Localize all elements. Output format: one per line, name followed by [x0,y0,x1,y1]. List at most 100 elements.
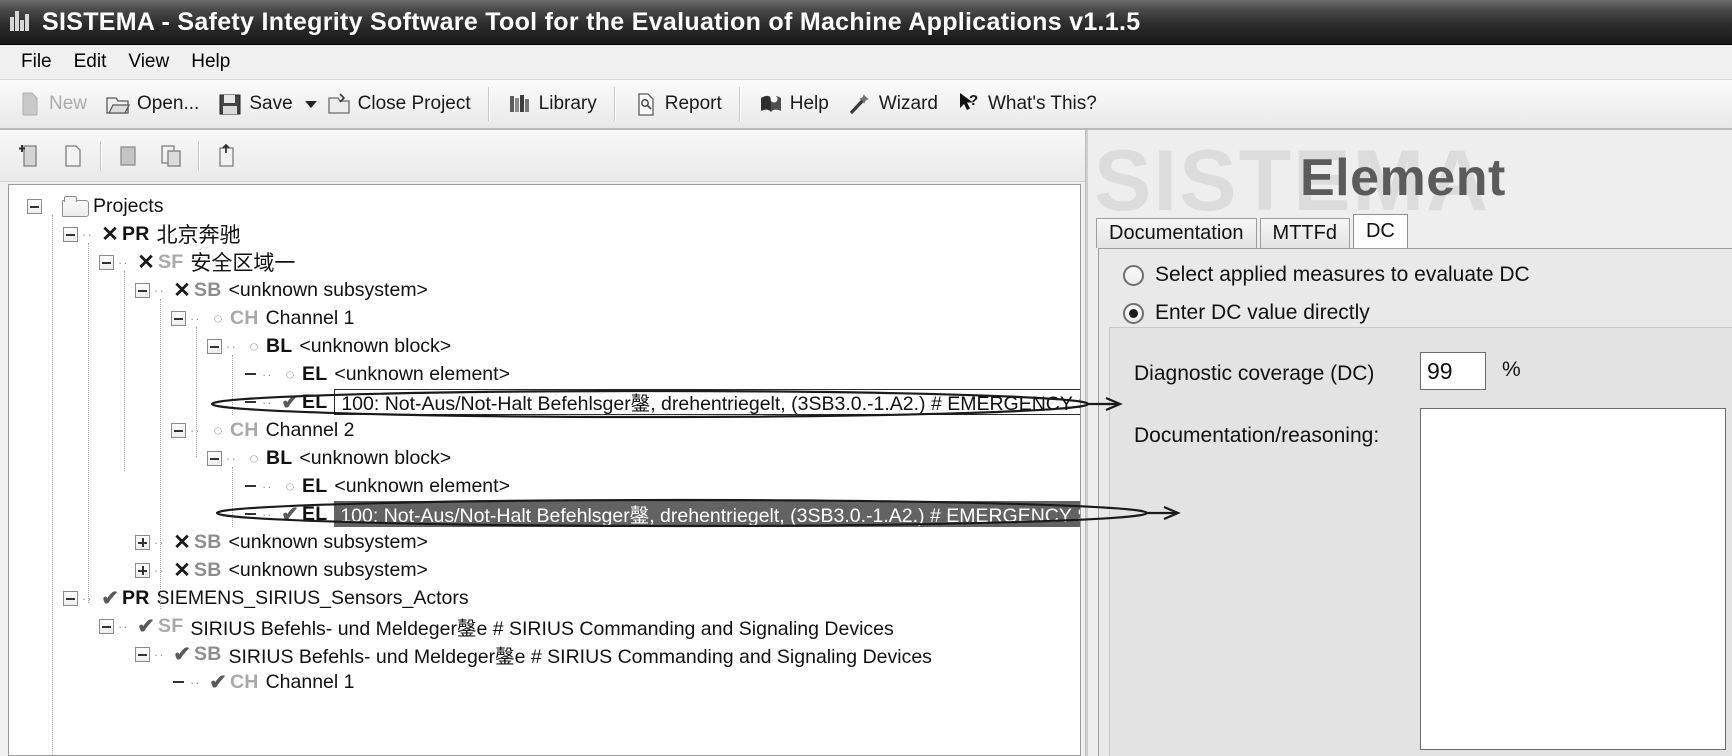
tree-row-content[interactable]: ✕ SB <unknown subsystem> [170,279,428,302]
close-project-button[interactable]: Close Project [317,84,480,124]
tree-row-content[interactable]: Projects [93,195,163,218]
save-button[interactable]: Save [208,84,301,124]
main-split-container: Projects ·· ✕ PR 北京奔驰 ·· ✕ SF 安全区域一 ·· ✕ SB <unknown… [0,130,1732,756]
save-dropdown-caret-icon[interactable] [304,100,317,108]
tree-row[interactable]: ·· ○ CH Channel 2 [9,416,1080,444]
tree-row-content[interactable]: ✔ PR SIEMENS_SIRIUS_Sensors_Actors [98,586,469,610]
new-button[interactable]: New [8,84,96,124]
expander-collapse-icon[interactable] [171,422,186,438]
expander-collapse-icon[interactable] [63,226,78,242]
tree-node-label: SIEMENS_SIRIUS_Sensors_Actors [156,586,469,609]
copy-node-icon [161,144,181,167]
tree-row[interactable]: ·· ○ BL <unknown block> [9,332,1080,360]
tree-row-content[interactable]: ✔ SB SIRIUS Befehls- und Meldeger鏧e # SIRI… [170,640,932,669]
tree-row[interactable]: Projects [9,192,1080,220]
expander-expand-icon[interactable] [135,534,150,550]
tree-row-content[interactable]: ✕ SB <unknown subsystem> [170,559,428,582]
expander-collapse-icon[interactable] [63,590,78,606]
tree-toolbar [0,130,1085,182]
status-empty-circle-icon: ○ [284,476,296,496]
menu-item-file[interactable]: File [10,49,63,75]
library-button[interactable]: Library [498,84,606,124]
tree-row-content[interactable]: ○ BL <unknown block> [242,447,451,470]
help-button[interactable]: Help [749,84,838,124]
tree-node-label: 安全区域一 [190,252,296,275]
menu-item-help[interactable]: Help [180,49,241,75]
paste-node-button[interactable] [206,136,248,176]
cut-node-button[interactable] [108,136,150,176]
expander-collapse-icon[interactable] [99,618,114,634]
expander-collapse-icon[interactable] [135,282,150,298]
wizard-button[interactable]: Wizard [838,84,947,124]
tree-row[interactable]: ·· ○ EL <unknown element> [9,360,1080,388]
tree-connector-dots: ·· [262,478,273,494]
tree-row[interactable]: ·· ✕ PR 北京奔驰 [9,220,1080,248]
tab-documentation[interactable]: Documentation [1096,218,1257,248]
expander-spacer [243,367,258,382]
library-button-label: Library [538,93,597,114]
dc-value-input[interactable]: 99 [1420,352,1486,390]
radio-enter-dc-directly[interactable]: Enter DC value directly [1123,301,1732,325]
expander-collapse-icon[interactable] [135,646,150,662]
main-toolbar: New Open... Save Close Project Library R… [0,80,1732,130]
whats-this-button[interactable]: ? What's This? [947,84,1106,124]
tree-row-content[interactable]: ○ EL <unknown element> [278,363,510,386]
add-node-button[interactable] [10,136,52,176]
tree-row-content[interactable]: ✔ CH Channel 1 [206,671,354,694]
whats-this-arrow-icon: ? [956,91,982,117]
tab-dc[interactable]: DC [1352,214,1408,248]
tree-row[interactable]: ·· ✔ EL 100: Not-Aus/Not-Halt Befehlsger鏧, … [9,388,1080,416]
tree-row-content[interactable]: ○ BL <unknown block> [242,335,451,358]
open-button[interactable]: Open... [96,84,208,124]
report-button-label: Report [664,93,722,114]
tree-connector-dots: ·· [154,534,165,550]
tree-row[interactable]: ·· ✔ CH Channel 1 [9,668,1080,696]
tree-row[interactable]: ·· ✕ SB <unknown subsystem> [9,528,1080,556]
menu-item-edit[interactable]: Edit [63,49,118,75]
documentation-reasoning-textarea[interactable] [1420,408,1726,750]
expander-collapse-icon[interactable] [207,338,222,354]
expander-collapse-icon[interactable] [207,450,222,466]
tree-row[interactable]: ·· ✕ SB <unknown subsystem> [9,556,1080,584]
expander-collapse-icon[interactable] [171,310,186,326]
tree-row-content[interactable]: ✕ PR 北京奔驰 [98,219,240,249]
tree-row[interactable]: ·· ✕ SB <unknown subsystem> [9,276,1080,304]
expander-collapse-icon[interactable] [99,254,114,270]
expander-collapse-icon[interactable] [27,198,42,214]
new-button-label: New [49,93,88,114]
menu-item-view[interactable]: View [117,49,180,75]
tree-node-label: <unknown subsystem> [228,530,428,553]
tree-row[interactable]: ·· ○ BL <unknown block> [9,444,1080,472]
toolbar-separator-2 [613,87,616,121]
expander-expand-icon[interactable] [135,562,150,578]
tree-row-content[interactable]: ○ CH Channel 2 [206,419,355,442]
radio-button-checked-icon[interactable] [1123,302,1144,324]
tree-row-content: ✔ EL 100: Not-Aus/Not-Halt Befehlsger鏧, dr… [278,501,1080,527]
help-button-label: Help [789,93,829,114]
tree-row-content[interactable]: ✕ SF 安全区域一 [134,247,295,277]
tree-row-content[interactable]: ○ CH Channel 1 [206,307,355,330]
tree-row[interactable]: ·· ✔ SB SIRIUS Befehls- und Meldeger鏧e # SI… [9,640,1080,668]
tree-row-content[interactable]: ○ EL <unknown element> [278,475,510,498]
new-node-button[interactable] [52,136,94,176]
tree-guide-line [124,271,125,471]
radio-button-unchecked-icon[interactable] [1123,264,1144,286]
tab-mttfd[interactable]: MTTFd [1259,218,1350,248]
project-tree-scroll-area[interactable]: Projects ·· ✕ PR 北京奔驰 ·· ✕ SF 安全区域一 ·· ✕ SB <unknown… [8,184,1081,756]
tree-row[interactable]: ·· ✔ EL 100: Not-Aus/Not-Halt Befehlsger鏧, … [9,500,1080,528]
element-properties-pane: SISTEMA Element Documentation MTTFd DC S… [1086,130,1732,756]
tree-row[interactable]: ·· ✕ SF 安全区域一 [9,248,1080,276]
open-button-label: Open... [137,93,200,114]
copy-node-button[interactable] [150,136,192,176]
radio-select-applied-measures[interactable]: Select applied measures to evaluate DC [1123,263,1732,287]
tree-node-label: SIRIUS Befehls- und Meldeger鏧e # SIRIUS … [190,617,894,640]
selected-element-row[interactable]: 100: Not-Aus/Not-Halt Befehlsger鏧, drehe… [334,501,1080,527]
report-button[interactable]: Report [624,84,731,124]
highlighted-element-row[interactable]: 100: Not-Aus/Not-Halt Befehlsger鏧, drehe… [334,389,1080,415]
tree-row[interactable]: ·· ✔ PR SIEMENS_SIRIUS_Sensors_Actors [9,584,1080,612]
tree-row[interactable]: ·· ✔ SF SIRIUS Befehls- und Meldeger鏧e # SI… [9,612,1080,640]
tree-row[interactable]: ·· ○ EL <unknown element> [9,472,1080,500]
tree-row-content[interactable]: ✔ SF SIRIUS Befehls- und Meldeger鏧e # SIRI… [134,612,894,641]
tree-row[interactable]: ·· ○ CH Channel 1 [9,304,1080,332]
tree-row-content[interactable]: ✕ SB <unknown subsystem> [170,531,428,554]
